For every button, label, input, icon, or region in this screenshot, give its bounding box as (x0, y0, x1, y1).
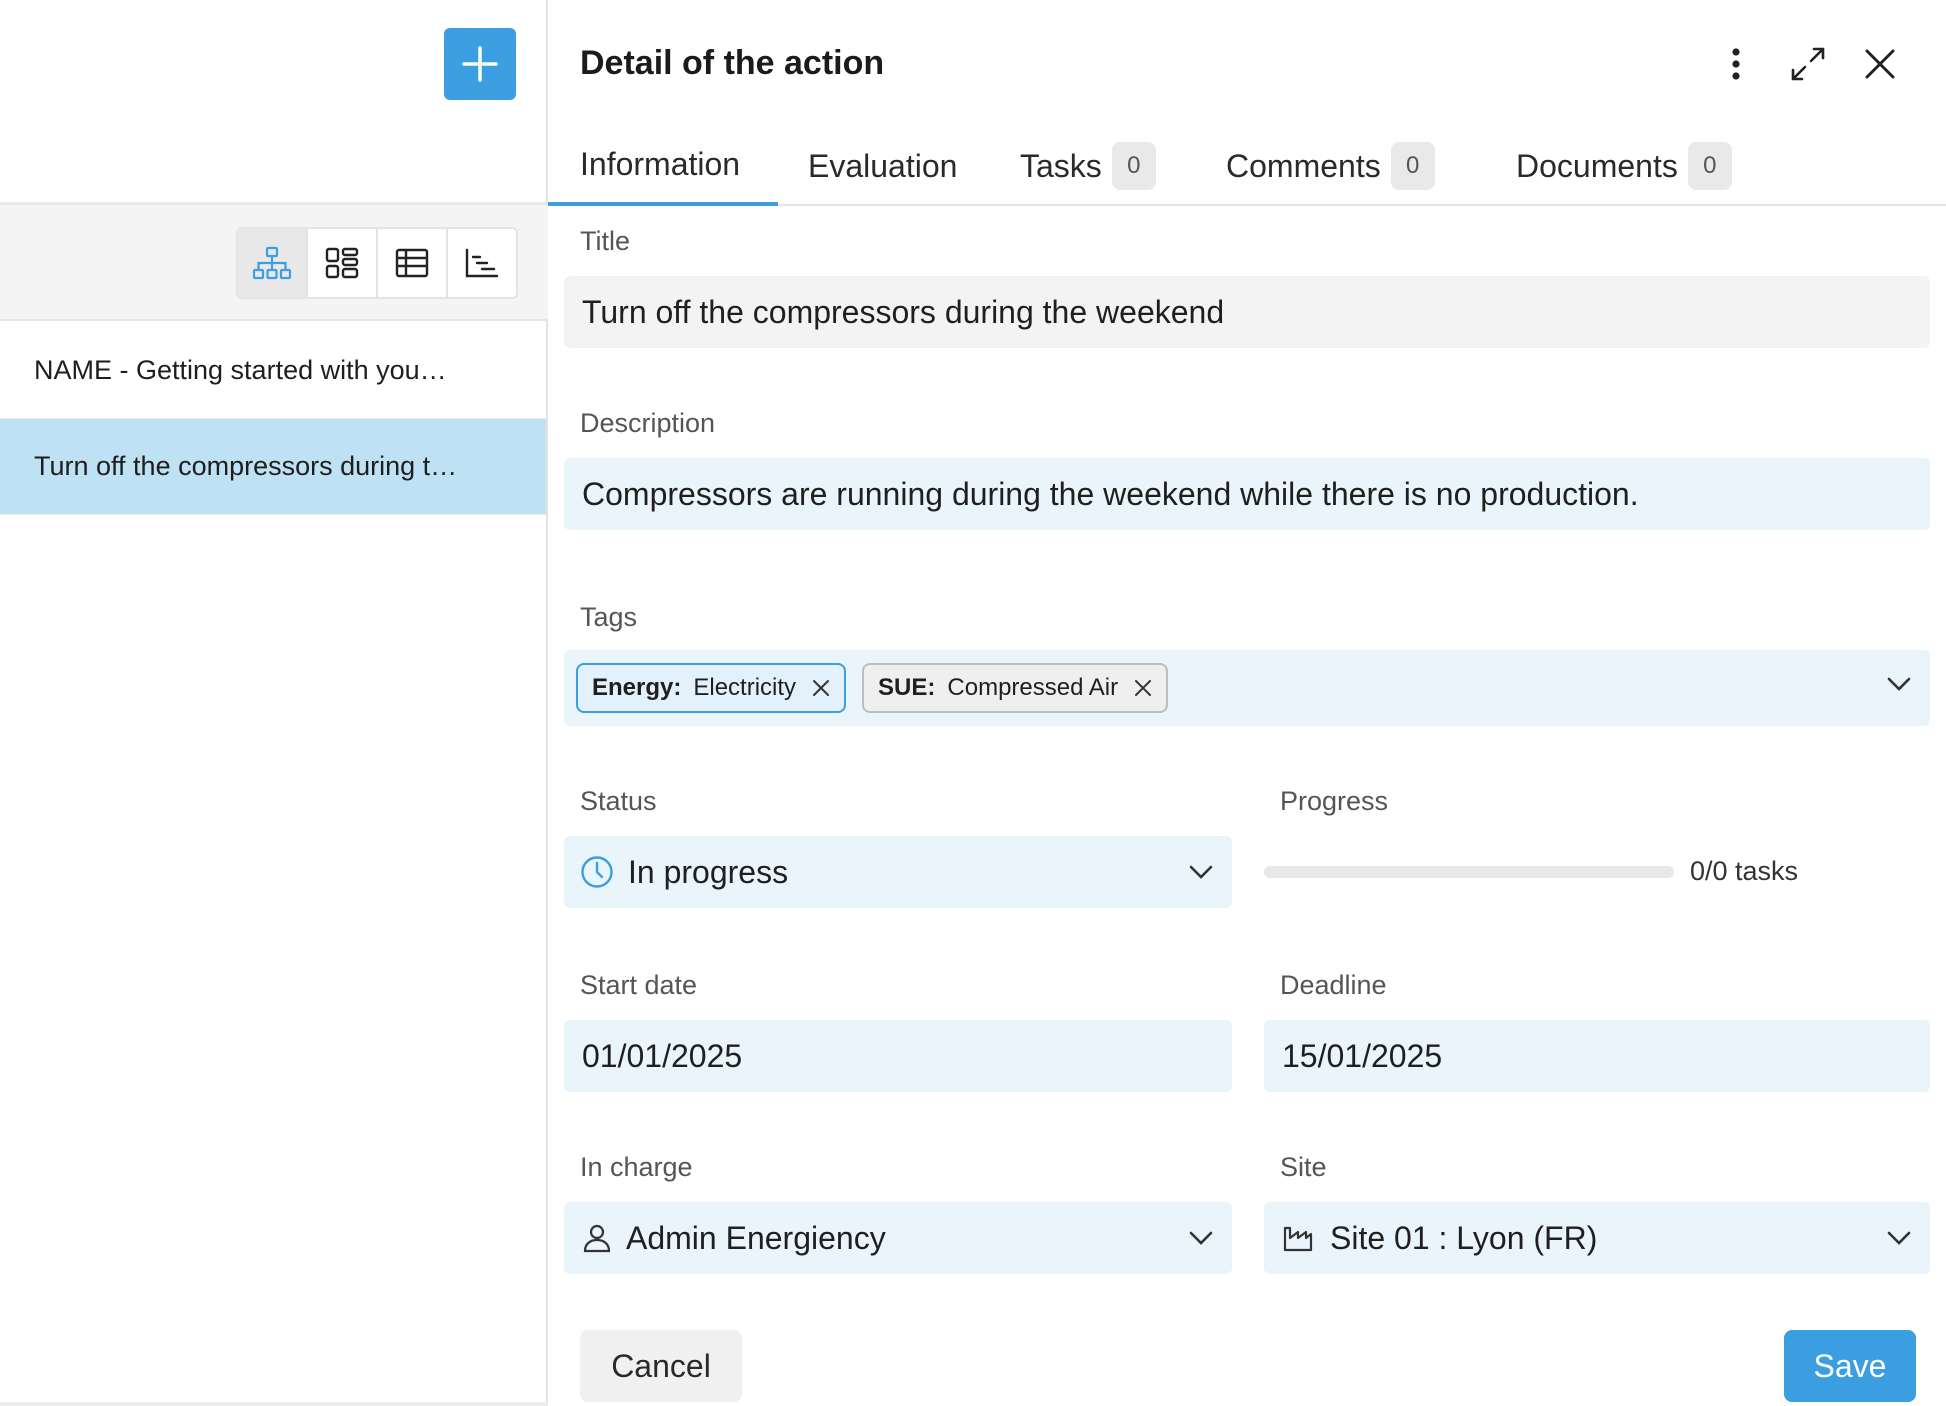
tag-value: Electricity (693, 674, 797, 701)
clock-icon (581, 856, 613, 888)
tab-bar: Information Evaluation Tasks 0 Comments … (548, 132, 1946, 206)
tag-chip: Energy: Electricity (576, 663, 847, 713)
tab-label: Evaluation (808, 147, 958, 184)
action-label: Turn off the compressors during t… (34, 451, 458, 481)
close-icon (1135, 680, 1152, 696)
progress-bar (1264, 866, 1674, 878)
start-date-value: 01/01/2025 (582, 1037, 743, 1074)
tab-information[interactable]: Information (548, 132, 778, 206)
view-toolbar (0, 205, 548, 321)
plus-icon (462, 46, 498, 82)
factory-icon (1283, 1226, 1313, 1252)
gantt-view-icon (465, 248, 499, 278)
tab-tasks[interactable]: Tasks 0 (1020, 132, 1156, 206)
save-button[interactable]: Save (1784, 1330, 1916, 1402)
remove-tag-button[interactable] (812, 679, 830, 697)
tag-key: Energy: (592, 674, 682, 701)
close-icon (1865, 49, 1895, 79)
divider (0, 1402, 548, 1406)
list-item[interactable]: NAME - Getting started with you… (0, 323, 546, 419)
action-detail-panel: Detail of the action Information Evaluat… (548, 0, 1946, 1406)
cancel-button[interactable]: Cancel (580, 1330, 742, 1402)
site-select[interactable]: Site 01 : Lyon (FR) (1264, 1202, 1930, 1274)
table-view-icon (395, 248, 429, 278)
action-list: NAME - Getting started with you… Turn of… (0, 323, 546, 515)
tag-key: SUE: (878, 674, 936, 701)
in-charge-value: Admin Energiency (626, 1219, 886, 1256)
start-date-field[interactable]: 01/01/2025 (564, 1020, 1232, 1092)
chevron-down-icon (1189, 865, 1213, 879)
cards-view-button[interactable] (308, 229, 378, 297)
site-value: Site 01 : Lyon (FR) (1330, 1219, 1598, 1256)
tag-chip: SUE: Compressed Air (862, 663, 1169, 713)
progress-label: Progress (1280, 786, 1389, 816)
count-badge: 0 (1390, 142, 1435, 190)
list-item-selected[interactable]: Turn off the compressors during t… (0, 419, 546, 515)
chevron-down-icon (1887, 1231, 1911, 1245)
in-charge-label: In charge (580, 1152, 693, 1182)
title-field[interactable]: Turn off the compressors during the week… (564, 276, 1930, 348)
remove-tag-button[interactable] (1134, 679, 1152, 697)
tab-label: Information (580, 145, 741, 182)
table-view-button[interactable] (378, 229, 448, 297)
title-value: Turn off the compressors during the week… (582, 293, 1225, 330)
status-value: In progress (628, 853, 789, 890)
deadline-label: Deadline (1280, 970, 1387, 1000)
chevron-down-icon (1189, 1231, 1213, 1245)
tab-documents[interactable]: Documents 0 (1516, 132, 1732, 206)
tree-view-icon (252, 246, 292, 280)
in-charge-select[interactable]: Admin Energiency (564, 1202, 1232, 1274)
deadline-field[interactable]: 15/01/2025 (1264, 1020, 1930, 1092)
count-badge: 0 (1687, 142, 1732, 190)
title-label: Title (580, 226, 631, 256)
description-value: Compressors are running during the weeke… (582, 475, 1639, 512)
status-select[interactable]: In progress (564, 836, 1232, 908)
panel-title: Detail of the action (580, 44, 885, 82)
tab-label: Comments (1226, 147, 1381, 184)
view-mode-switcher (236, 227, 518, 299)
chevron-down-icon (1887, 677, 1911, 691)
count-badge: 0 (1111, 142, 1156, 190)
tab-comments[interactable]: Comments 0 (1226, 132, 1435, 206)
site-label: Site (1280, 1152, 1327, 1182)
more-vertical-icon (1732, 48, 1740, 80)
progress-text: 0/0 tasks (1690, 856, 1799, 886)
description-field[interactable]: Compressors are running during the weeke… (564, 458, 1930, 530)
cards-view-icon (325, 247, 359, 279)
tab-label: Tasks (1020, 147, 1102, 184)
more-options-button[interactable] (1712, 40, 1760, 88)
description-label: Description (580, 408, 716, 438)
tab-label: Documents (1516, 147, 1678, 184)
expand-icon (1791, 47, 1825, 81)
status-label: Status (580, 786, 657, 816)
close-icon (813, 680, 830, 696)
add-action-button[interactable] (444, 28, 516, 100)
deadline-value: 15/01/2025 (1282, 1037, 1443, 1074)
gantt-view-button[interactable] (448, 229, 516, 297)
start-date-label: Start date (580, 970, 698, 1000)
tags-select[interactable]: Energy: Electricity SUE: Compressed Air (564, 650, 1930, 726)
user-icon (583, 1224, 611, 1253)
actions-sidebar: NAME - Getting started with you… Turn of… (0, 0, 548, 1406)
action-label: NAME - Getting started with you… (34, 355, 447, 385)
close-button[interactable] (1856, 40, 1904, 88)
expand-button[interactable] (1784, 40, 1832, 88)
tab-evaluation[interactable]: Evaluation (808, 132, 957, 206)
tag-value: Compressed Air (947, 674, 1119, 701)
tree-view-button[interactable] (238, 229, 308, 297)
tags-label: Tags (580, 602, 638, 632)
